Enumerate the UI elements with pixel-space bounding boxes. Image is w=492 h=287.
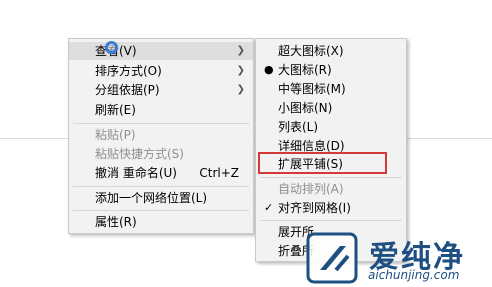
menu-item-sort-by[interactable]: 排序方式(O) ❯ — [69, 62, 253, 80]
submenu-item-extra-large-icons[interactable]: 超大图标(X) — [256, 42, 406, 60]
chevron-right-icon: ❯ — [236, 65, 245, 76]
menu-item-undo-rename[interactable]: 撤消 重命名(U) Ctrl+Z — [69, 164, 253, 182]
busy-cursor-icon — [105, 41, 118, 54]
view-submenu: 超大图标(X) ● 大图标(R) 中等图标(M) 小图标(N) 列表(L) 详细… — [255, 38, 407, 262]
submenu-item-large-icons[interactable]: ● 大图标(R) — [256, 61, 406, 79]
submenu-item-list[interactable]: 列表(L) — [256, 118, 406, 136]
shortcut-label: Ctrl+Z — [199, 166, 239, 180]
chevron-right-icon: ❯ — [236, 84, 245, 95]
menu-item-properties[interactable]: 属性(R) — [69, 213, 253, 231]
menu-separator — [73, 210, 249, 211]
menu-separator — [73, 186, 249, 187]
chevron-right-icon: ❯ — [236, 45, 245, 56]
menu-separator — [260, 177, 402, 178]
checkmark-icon: ✓ — [264, 201, 274, 214]
context-menu: 查看(V) ❯ 排序方式(O) ❯ 分组依据(P) ❯ 刷新(E) 粘贴(P) … — [68, 38, 254, 234]
watermark-url: aichunjing.com — [368, 268, 460, 282]
selected-bullet-icon: ● — [264, 63, 274, 76]
menu-separator — [73, 123, 249, 124]
watermark-logo-icon — [306, 232, 358, 284]
menu-item-paste[interactable]: 粘贴(P) — [69, 126, 253, 144]
submenu-item-auto-arrange[interactable]: 自动排列(A) — [256, 180, 406, 198]
submenu-item-medium-icons[interactable]: 中等图标(M) — [256, 80, 406, 98]
menu-item-refresh[interactable]: 刷新(E) — [69, 101, 253, 119]
submenu-item-small-icons[interactable]: 小图标(N) — [256, 99, 406, 117]
menu-item-group-by[interactable]: 分组依据(P) ❯ — [69, 81, 253, 99]
menu-separator — [260, 220, 402, 221]
menu-item-paste-shortcut[interactable]: 粘贴快捷方式(S) — [69, 145, 253, 163]
submenu-item-align-to-grid[interactable]: ✓ 对齐到网格(I) — [256, 199, 406, 217]
annotation-highlight-box — [258, 152, 387, 174]
menu-item-view[interactable]: 查看(V) ❯ — [69, 42, 253, 60]
menu-item-add-network-location[interactable]: 添加一个网络位置(L) — [69, 189, 253, 207]
